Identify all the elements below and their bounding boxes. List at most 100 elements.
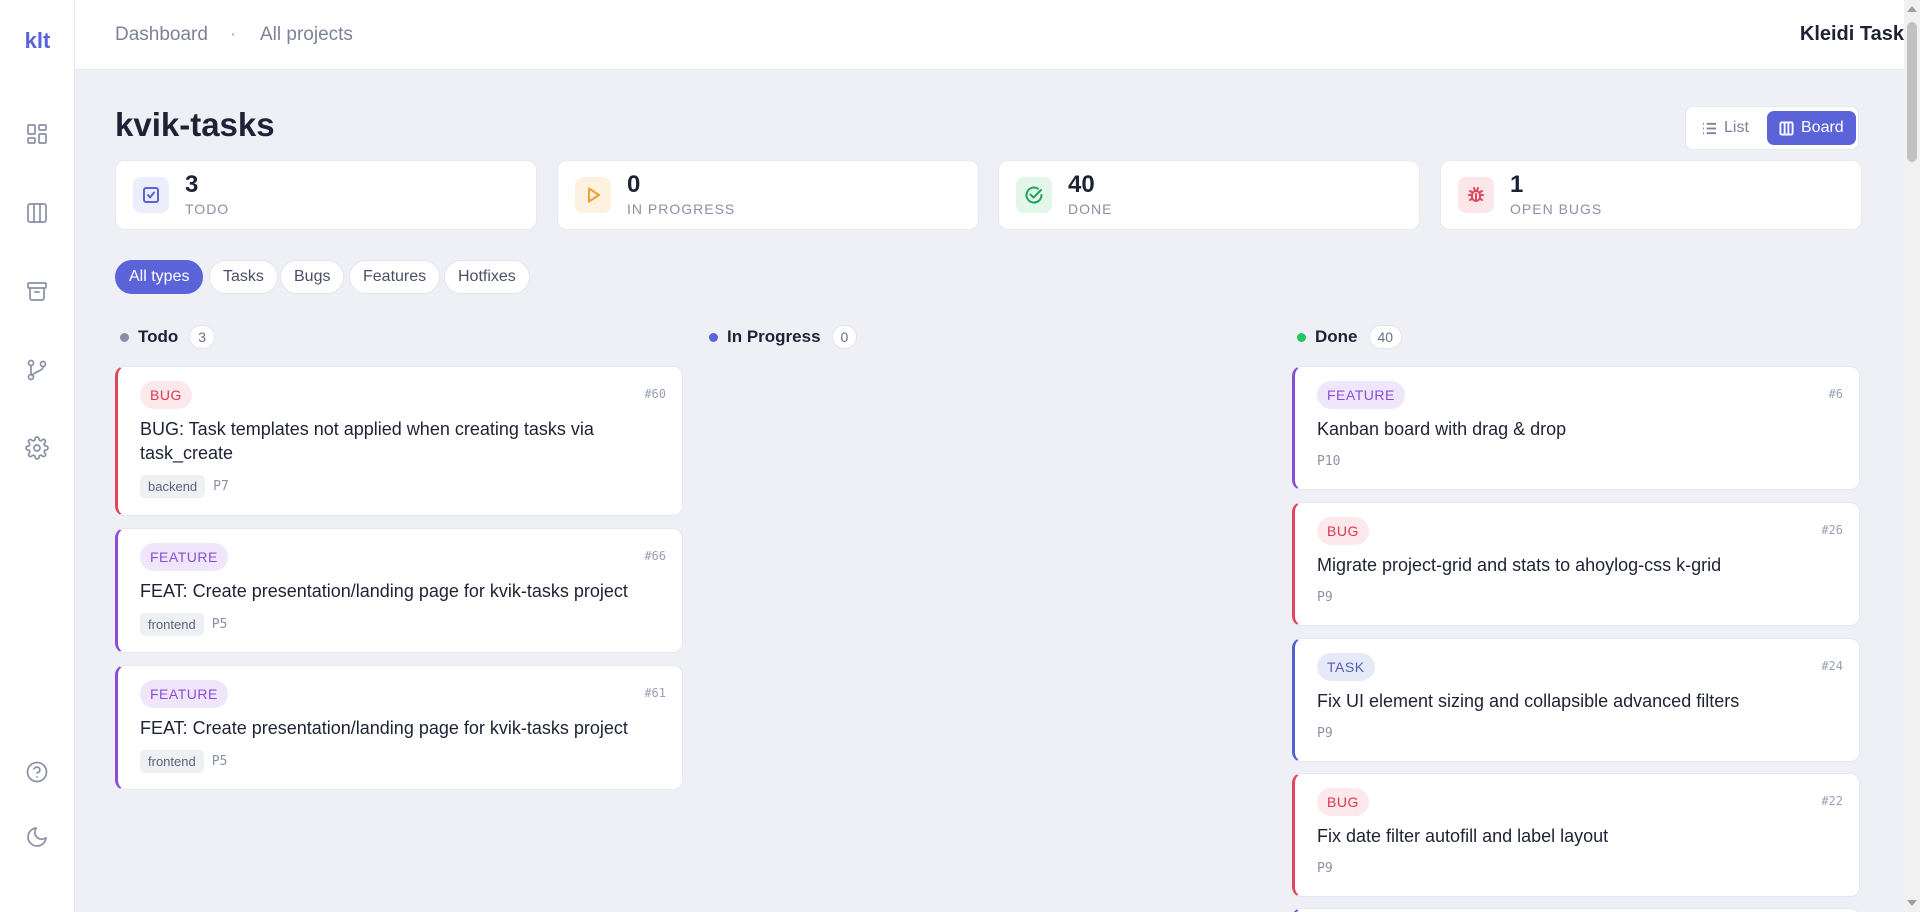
column-title: In Progress <box>727 327 821 346</box>
task-meta: P9 <box>1317 726 1333 741</box>
moon-icon[interactable] <box>17 817 57 857</box>
breadcrumb-dashboard[interactable]: Dashboard <box>115 24 208 46</box>
column-title: Todo <box>138 327 179 346</box>
stat-value: 1 <box>1510 171 1524 198</box>
board-icon <box>1779 120 1794 136</box>
type-badge: BUG <box>1317 788 1369 816</box>
column-title: Done <box>1315 327 1358 346</box>
task-title: FEAT: Create presentation/landing page f… <box>140 581 628 601</box>
task-title: Fix UI element sizing and collapsible ad… <box>1317 691 1740 711</box>
scroll-thumb[interactable] <box>1907 22 1917 162</box>
stat-value: 0 <box>627 171 641 198</box>
task-card[interactable]: TASK #24 Fix UI element sizing and colla… <box>1292 638 1860 762</box>
filter-tasks[interactable]: Tasks <box>209 260 278 294</box>
task-title: FEAT: Create presentation/landing page f… <box>140 718 628 738</box>
task-meta: backend P7 <box>140 475 229 498</box>
scroll-up-arrow[interactable] <box>1907 6 1917 12</box>
settings-icon[interactable] <box>17 428 57 468</box>
stat-value: 40 <box>1068 171 1095 198</box>
stat-label: TODO <box>185 201 230 217</box>
status-dot <box>120 332 129 342</box>
list-icon <box>1702 122 1717 134</box>
task-card[interactable]: BUG #22 Fix date filter autofill and lab… <box>1292 773 1860 897</box>
task-id: #26 <box>1821 523 1843 537</box>
bug-icon <box>1458 177 1494 213</box>
task-meta: P10 <box>1317 454 1340 469</box>
type-badge: FEATURE <box>140 680 228 708</box>
task-card[interactable]: BUG #60 BUG: Task templates not applied … <box>115 366 683 516</box>
column-count: 3 <box>189 325 216 349</box>
filter-hotfixes[interactable]: Hotfixes <box>444 260 530 294</box>
type-badge: FEATURE <box>1317 381 1405 409</box>
stat-done: 40 DONE <box>998 160 1420 230</box>
task-title: Migrate project-grid and stats to ahoylo… <box>1317 555 1722 575</box>
task-priority: P5 <box>211 754 228 769</box>
status-dot <box>1297 332 1306 342</box>
list-view-label: List <box>1724 119 1749 136</box>
play-icon <box>575 177 611 213</box>
stat-in-progress: 0 IN PROGRESS <box>557 160 979 230</box>
task-id: #22 <box>1821 794 1843 808</box>
task-card[interactable]: BUG #26 Migrate project-grid and stats t… <box>1292 502 1860 626</box>
board-icon[interactable] <box>17 193 57 233</box>
top-bar: Dashboard · All projects Kleidi Task <box>75 0 1904 70</box>
task-id: #60 <box>644 387 666 401</box>
task-tag: frontend <box>140 613 204 636</box>
filter-features[interactable]: Features <box>349 260 441 294</box>
column-header-done: Done 40 <box>1297 325 1403 349</box>
breadcrumb-all-projects[interactable]: All projects <box>260 24 353 46</box>
check-circle-icon <box>1016 177 1052 213</box>
board-view-button[interactable]: Board <box>1767 111 1856 145</box>
task-priority: P9 <box>1317 590 1333 605</box>
stat-todo: 3 TODO <box>115 160 537 230</box>
task-card[interactable]: FEATURE #61 FEAT: Create presentation/la… <box>115 665 683 790</box>
checkbox-icon <box>133 177 169 213</box>
task-priority: P9 <box>1317 861 1333 876</box>
filter-bugs[interactable]: Bugs <box>280 260 345 294</box>
task-id: #61 <box>644 686 666 700</box>
help-icon[interactable] <box>17 752 57 792</box>
type-badge: BUG <box>140 381 192 409</box>
task-meta: P9 <box>1317 590 1333 605</box>
task-card[interactable]: FEATURE #6 Kanban board with drag & drop… <box>1292 366 1860 490</box>
git-branch-icon[interactable] <box>17 350 57 390</box>
task-title: Kanban board with drag & drop <box>1317 419 1567 439</box>
dashboard-icon[interactable] <box>17 114 57 154</box>
filter-all-types[interactable]: All types <box>115 260 204 294</box>
type-badge: TASK <box>1317 653 1375 681</box>
column-header-todo: Todo 3 <box>120 325 216 349</box>
task-priority: P10 <box>1317 454 1341 469</box>
stat-open-bugs: 1 OPEN BUGS <box>1440 160 1862 230</box>
list-view-button[interactable]: List <box>1690 111 1761 145</box>
column-count: 0 <box>831 325 858 349</box>
scroll-down-arrow[interactable] <box>1907 900 1917 906</box>
task-priority: P7 <box>213 479 229 494</box>
brand-name: Kleidi Task <box>1799 23 1904 45</box>
stat-label: OPEN BUGS <box>1510 201 1603 217</box>
task-meta: P9 <box>1317 861 1333 876</box>
task-meta: frontend P5 <box>140 750 227 773</box>
task-card[interactable] <box>1292 908 1860 912</box>
type-badge: BUG <box>1317 517 1369 545</box>
task-tag: backend <box>140 475 206 498</box>
stat-label: IN PROGRESS <box>627 201 736 217</box>
column-header-in-progress: In Progress 0 <box>709 325 858 349</box>
app-logo[interactable]: klt <box>0 28 75 54</box>
task-priority: P9 <box>1317 726 1333 741</box>
sidebar: klt <box>0 0 75 912</box>
page-scrollbar[interactable] <box>1904 0 1920 912</box>
type-badge: FEATURE <box>140 543 228 571</box>
task-title: Fix date filter autofill and label layou… <box>1317 826 1609 846</box>
task-priority: P5 <box>211 617 228 632</box>
archive-icon[interactable] <box>17 271 57 311</box>
task-card[interactable]: FEATURE #66 FEAT: Create presentation/la… <box>115 528 683 653</box>
task-id: #6 <box>1828 387 1843 401</box>
task-id: #66 <box>644 549 666 563</box>
board-view-label: Board <box>1801 119 1844 136</box>
stat-label: DONE <box>1068 201 1113 217</box>
task-title: BUG: Task templates not applied when cre… <box>140 419 594 463</box>
task-tag: frontend <box>140 750 204 773</box>
stat-value: 3 <box>185 171 199 198</box>
status-dot <box>709 332 718 342</box>
task-meta: frontend P5 <box>140 613 227 636</box>
